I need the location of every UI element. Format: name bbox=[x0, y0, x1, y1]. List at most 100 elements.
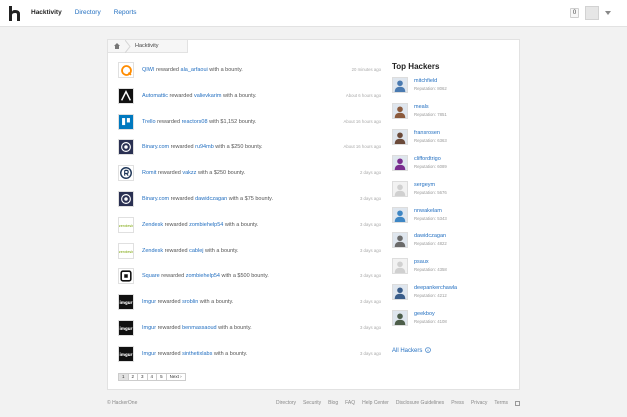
feed-item: imgur Imgur rewarded sinthetixlabs with a… bbox=[118, 345, 383, 364]
feed-org-link[interactable]: Binary.com bbox=[142, 144, 169, 150]
feed-time: 20 minutes ago bbox=[351, 67, 381, 72]
square-logo-icon[interactable] bbox=[118, 268, 134, 285]
imgur-logo-icon[interactable]: imgur bbox=[118, 320, 134, 336]
hacker-avatar[interactable] bbox=[392, 77, 408, 93]
footer-link-help-center[interactable]: Help Center bbox=[362, 400, 389, 406]
feed-user-link[interactable]: benmassaoud bbox=[182, 325, 217, 331]
feed-item: Romit rewarded vakzz with a $250 bounty.… bbox=[118, 165, 383, 183]
nav-directory[interactable]: Directory bbox=[75, 9, 101, 16]
svg-text:zendesk: zendesk bbox=[119, 249, 133, 253]
user-avatar[interactable] bbox=[585, 6, 599, 20]
footer-link-blog[interactable]: Blog bbox=[328, 400, 338, 406]
feed-user-link[interactable]: zombiehelp54 bbox=[189, 222, 223, 228]
hacker-item: geekboy Reputation: 4108 bbox=[392, 310, 512, 328]
language-icon[interactable] bbox=[515, 401, 520, 406]
hacker-name-link[interactable]: mitchfield bbox=[414, 78, 437, 84]
feed-org-link[interactable]: Trello bbox=[142, 119, 156, 125]
all-hackers-link[interactable]: All Hackers bbox=[392, 347, 431, 354]
feed-org-link[interactable]: Romit bbox=[142, 170, 156, 176]
feed-verb: rewarded bbox=[157, 299, 181, 306]
hacker-name-link[interactable]: psaux bbox=[414, 259, 429, 265]
feed-org-link[interactable]: Imgur bbox=[142, 299, 156, 305]
feed-user-link[interactable]: sroblin bbox=[182, 299, 198, 305]
hacker-name-link[interactable]: cliffordtrigo bbox=[414, 156, 441, 162]
home-icon[interactable] bbox=[114, 43, 120, 49]
feed-user-link[interactable]: ru94mb bbox=[195, 144, 214, 150]
feed-user-link[interactable]: vakzz bbox=[182, 170, 196, 176]
reputation-label: Reputation: bbox=[414, 111, 436, 117]
notification-count[interactable]: 0 bbox=[570, 8, 579, 18]
footer-link-disclosure-guidelines[interactable]: Disclosure Guidelines bbox=[396, 400, 444, 406]
feed-rest: with a $75 bounty. bbox=[228, 196, 273, 202]
hacker-name-link[interactable]: deepankerchawla bbox=[414, 285, 457, 291]
hacker-name-link[interactable]: nnwakelam bbox=[414, 208, 442, 214]
hacker-name-link[interactable]: fransrosen bbox=[414, 130, 440, 136]
nav-hacktivity[interactable]: Hacktivity bbox=[31, 9, 62, 16]
feed-item: Binary.com rewarded dawidczagan with a $… bbox=[118, 191, 383, 209]
hacker-name-link[interactable]: meals bbox=[414, 104, 429, 110]
footer-link-press[interactable]: Press bbox=[451, 400, 464, 406]
hacker-reputation: Reputation: 4358 bbox=[414, 267, 447, 272]
hacker-item: deepankerchawla Reputation: 4212 bbox=[392, 284, 512, 302]
hacker-name-link[interactable]: sergeym bbox=[414, 182, 435, 188]
automattic-logo-icon[interactable] bbox=[118, 87, 134, 104]
reputation-label: Reputation: bbox=[414, 319, 436, 325]
qiwi-logo-icon[interactable] bbox=[118, 62, 134, 78]
feed-org-link[interactable]: QIWI bbox=[142, 67, 155, 73]
feed-verb: rewarded bbox=[161, 273, 185, 280]
feed-verb: rewarded bbox=[157, 170, 181, 177]
feed-org-link[interactable]: Zendesk bbox=[142, 222, 163, 228]
hacker-reputation: Reputation: 4108 bbox=[414, 319, 447, 324]
hacker-avatar[interactable] bbox=[392, 180, 408, 197]
footer-link-faq[interactable]: FAQ bbox=[345, 400, 355, 406]
hacker-avatar[interactable] bbox=[392, 206, 408, 223]
footer-link-terms[interactable]: Terms bbox=[494, 400, 508, 406]
feed-org-link[interactable]: Binary.com bbox=[142, 196, 169, 202]
feed-org-link[interactable]: Imgur bbox=[142, 351, 156, 357]
hacker-name-link[interactable]: geekboy bbox=[414, 311, 435, 317]
feed-rest: with a bounty. bbox=[205, 247, 239, 254]
footer-link-directory[interactable]: Directory bbox=[276, 400, 296, 406]
feed-item-text: Binary.com rewarded ru94mb with a $250 b… bbox=[142, 144, 263, 150]
hacker-avatar[interactable] bbox=[392, 284, 408, 301]
next-page-button[interactable]: Next › bbox=[165, 373, 186, 381]
chevron-down-icon[interactable] bbox=[605, 11, 611, 15]
feed-user-link[interactable]: ala_arfaoui bbox=[181, 67, 208, 73]
hacker-name-link[interactable]: dawidczagan bbox=[414, 233, 446, 239]
hacker-avatar[interactable] bbox=[392, 154, 408, 171]
hacker-avatar[interactable] bbox=[392, 102, 408, 119]
feed-user-link[interactable]: valievkarim bbox=[194, 93, 222, 99]
feed-verb: rewarded bbox=[164, 247, 188, 254]
feed-org-link[interactable]: Automattic bbox=[142, 93, 168, 99]
feed-user-link[interactable]: dawidczagan bbox=[195, 196, 227, 202]
reputation-value: 4212 bbox=[437, 293, 447, 299]
trello-logo-icon[interactable] bbox=[118, 113, 134, 130]
feed-user-link[interactable]: reactors08 bbox=[182, 119, 208, 125]
binary-logo-icon[interactable] bbox=[118, 139, 134, 156]
footer-link-security[interactable]: Security bbox=[303, 400, 321, 406]
binary-logo-icon[interactable] bbox=[118, 191, 134, 207]
feed-user-link[interactable]: sinthetixlabs bbox=[182, 351, 212, 357]
all-hackers-label: All Hackers bbox=[392, 348, 423, 354]
feed-org-link[interactable]: Square bbox=[142, 273, 160, 279]
footer-link-privacy[interactable]: Privacy bbox=[471, 400, 487, 406]
feed-user-link[interactable]: zombiehelp54 bbox=[186, 273, 220, 279]
imgur-logo-icon[interactable]: imgur bbox=[118, 294, 134, 311]
hacker-avatar[interactable] bbox=[392, 232, 408, 249]
zendesk-logo-icon[interactable]: zendesk bbox=[118, 242, 134, 259]
nav-reports[interactable]: Reports bbox=[114, 9, 137, 16]
hacker-avatar[interactable] bbox=[392, 128, 408, 145]
imgur-logo-icon[interactable]: imgur bbox=[118, 345, 134, 362]
hacker-item: mitchfield Reputation: 8062 bbox=[392, 77, 512, 95]
feed-org-link[interactable]: Imgur bbox=[142, 325, 156, 331]
feed-rest: with a bounty. bbox=[218, 325, 252, 331]
feed-time: 3 days ago bbox=[359, 350, 381, 356]
feed-time: 3 days ago bbox=[359, 299, 381, 305]
hackerone-logo-icon[interactable] bbox=[9, 6, 21, 21]
feed-org-link[interactable]: Zendesk bbox=[142, 248, 163, 254]
hacker-avatar[interactable] bbox=[392, 310, 408, 327]
romit-logo-icon[interactable] bbox=[118, 165, 134, 182]
hacker-avatar[interactable] bbox=[392, 258, 408, 275]
zendesk-logo-icon[interactable]: zendesk bbox=[118, 216, 134, 233]
feed-user-link[interactable]: cablej bbox=[189, 248, 203, 254]
